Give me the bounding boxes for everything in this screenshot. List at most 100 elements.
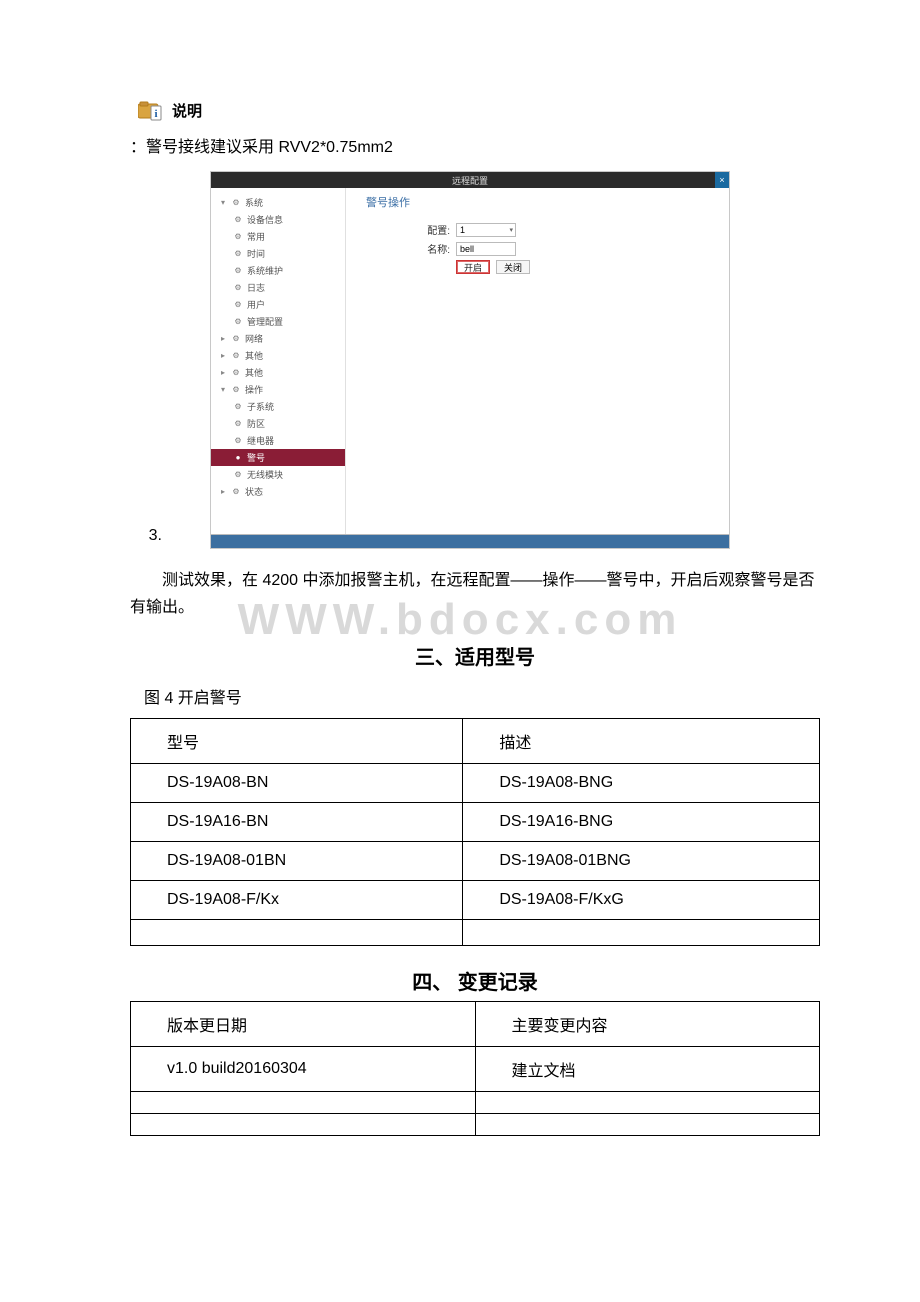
cell: DS-19A16-BNG (463, 803, 820, 842)
gear-icon: ⚙ (233, 402, 243, 412)
cell (131, 1092, 476, 1114)
table-row: DS-19A08-F/KxDS-19A08-F/KxG (131, 881, 820, 920)
tree-item-label: 管理配置 (247, 315, 283, 328)
gear-icon: ⚙ (233, 283, 243, 293)
window-title: 远程配置 (452, 174, 488, 187)
tree-item-zone[interactable]: ⚙ 防区 (211, 415, 345, 432)
config-sidebar: ▾ ⚙ 系统 ⚙设备信息 ⚙常用 ⚙时间 ⚙系统维护 ⚙日志 ⚙用户 ⚙管理配置… (211, 188, 346, 534)
cell: DS-19A08-F/KxG (463, 881, 820, 920)
tree-group-system[interactable]: ▾ ⚙ 系统 (211, 194, 345, 211)
tree-item-label: 继电器 (247, 434, 274, 447)
select-value: 1 (460, 225, 465, 235)
tree-item-label: 无线模块 (247, 468, 283, 481)
tree-item-relay[interactable]: ⚙继电器 (211, 432, 345, 449)
tree-group-status[interactable]: ▸ ⚙ 状态 (211, 483, 345, 500)
gear-icon: ⚙ (231, 198, 241, 208)
window-close-button[interactable]: × (715, 172, 729, 188)
chevron-down-icon: ▾ (219, 199, 227, 207)
gear-icon: ⚙ (233, 317, 243, 327)
config-index-select[interactable]: 1 ▾ (456, 223, 516, 237)
tree-item-label: 设备信息 (247, 213, 283, 226)
gear-icon: ⚙ (233, 300, 243, 310)
config-name-input[interactable]: bell (456, 242, 516, 256)
enable-button[interactable]: 开启 (456, 260, 490, 274)
tree-group-label: 状态 (245, 485, 263, 498)
cell: 建立文档 (475, 1047, 820, 1092)
gear-icon: ⚙ (231, 385, 241, 395)
tree-item-wireless[interactable]: ⚙ 无线模块 (211, 466, 345, 483)
remote-config-screenshot: 远程配置 × ▾ ⚙ 系统 ⚙设备信息 ⚙常用 ⚙时间 ⚙系统维护 ⚙日志 ⚙用 (210, 171, 730, 549)
section3-title: 三、适用型号 (130, 641, 820, 670)
cell: DS-19A08-F/Kx (131, 881, 463, 920)
list-number: 3. (130, 527, 170, 549)
tree-item-mgmt[interactable]: ⚙ 管理配置 (211, 313, 345, 330)
cell (475, 1114, 820, 1136)
cell (131, 920, 463, 946)
table-row: v1.0 build20160304建立文档 (131, 1047, 820, 1092)
tree-item-user[interactable]: ⚙ 用户 (211, 296, 345, 313)
tree-item-subsystem[interactable]: ⚙子系统 (211, 398, 345, 415)
table-row (131, 1092, 820, 1114)
tree-item-general[interactable]: ⚙常用 (211, 228, 345, 245)
tree-item-label: 防区 (247, 417, 265, 430)
tree-group-label: 网络 (245, 332, 263, 345)
gear-icon: ⚙ (233, 215, 243, 225)
note-icon: i (138, 101, 166, 121)
tree-group-other1[interactable]: ▸⚙其他 (211, 347, 345, 364)
tree-item-label: 警号 (247, 451, 265, 464)
chevron-down-icon: ▾ (219, 386, 227, 394)
config-index-label: 配置: (416, 222, 450, 237)
tree-item-device-info[interactable]: ⚙ 设备信息 (211, 211, 345, 228)
gear-icon: ⚙ (231, 334, 241, 344)
table-row (131, 920, 820, 946)
cell: DS-19A08-01BN (131, 842, 463, 881)
note-callout: i 说明 (138, 100, 820, 121)
gear-icon: ⚙ (233, 266, 243, 276)
tree-group-other2[interactable]: ▸⚙其他 (211, 364, 345, 381)
note-line: ：警号接线建议采用 RVV2*0.75mm2 (130, 133, 820, 157)
config-main-panel: 警号操作 配置: 1 ▾ 名称: bell (346, 188, 729, 534)
tree-item-label: 常用 (247, 230, 265, 243)
cell (475, 1092, 820, 1114)
tree-item-label: 用户 (247, 298, 265, 311)
tree-item-time[interactable]: ⚙ 时间 (211, 245, 345, 262)
gear-icon: ⚙ (231, 487, 241, 497)
table-row: DS-19A16-BNDS-19A16-BNG (131, 803, 820, 842)
gear-icon: ⚙ (233, 470, 243, 480)
chevron-right-icon: ▸ (219, 335, 227, 343)
gear-icon: ⚙ (233, 249, 243, 259)
tree-item-label: 时间 (247, 247, 265, 260)
table-row: 型号 描述 (131, 719, 820, 764)
disable-button[interactable]: 关闭 (496, 260, 530, 274)
col-model-header: 型号 (131, 719, 463, 764)
col-version-header: 版本更日期 (131, 1002, 476, 1047)
tree-group-label: 操作 (245, 383, 263, 396)
table-row: 版本更日期 主要变更内容 (131, 1002, 820, 1047)
tree-item-siren[interactable]: ● 警号 (211, 449, 345, 466)
panel-title: 警号操作 (366, 194, 709, 210)
tree-item-log[interactable]: ⚙日志 (211, 279, 345, 296)
section4-title: 四、 变更记录 (130, 966, 820, 995)
chevron-right-icon: ▸ (219, 488, 227, 496)
tree-group-operation[interactable]: ▾ ⚙ 操作 (211, 381, 345, 398)
circle-icon: ● (233, 453, 243, 463)
tree-group-network[interactable]: ▸ ⚙ 网络 (211, 330, 345, 347)
input-value: bell (460, 244, 474, 254)
tree-item-maintenance[interactable]: ⚙ 系统维护 (211, 262, 345, 279)
changes-table: 版本更日期 主要变更内容 v1.0 build20160304建立文档 (130, 1001, 820, 1136)
tree-group-label: 其他 (245, 366, 263, 379)
gear-icon: ⚙ (231, 351, 241, 361)
tree-group-label: 其他 (245, 349, 263, 362)
test-paragraph: 测试效果，在 4200 中添加报警主机，在远程配置——操作——警号中，开启后观察… (130, 567, 820, 621)
app-titlebar: 远程配置 × (211, 172, 729, 188)
note-label: 说明 (172, 100, 202, 121)
table-row: DS-19A08-01BNDS-19A08-01BNG (131, 842, 820, 881)
tree-group-label: 系统 (245, 196, 263, 209)
config-name-label: 名称: (416, 241, 450, 256)
tree-item-label: 系统维护 (247, 264, 283, 277)
gear-icon: ⚙ (233, 419, 243, 429)
app-status-bar (211, 534, 729, 548)
models-table: 型号 描述 DS-19A08-BNDS-19A08-BNG DS-19A16-B… (130, 718, 820, 946)
cell: DS-19A16-BN (131, 803, 463, 842)
cell: DS-19A08-01BNG (463, 842, 820, 881)
